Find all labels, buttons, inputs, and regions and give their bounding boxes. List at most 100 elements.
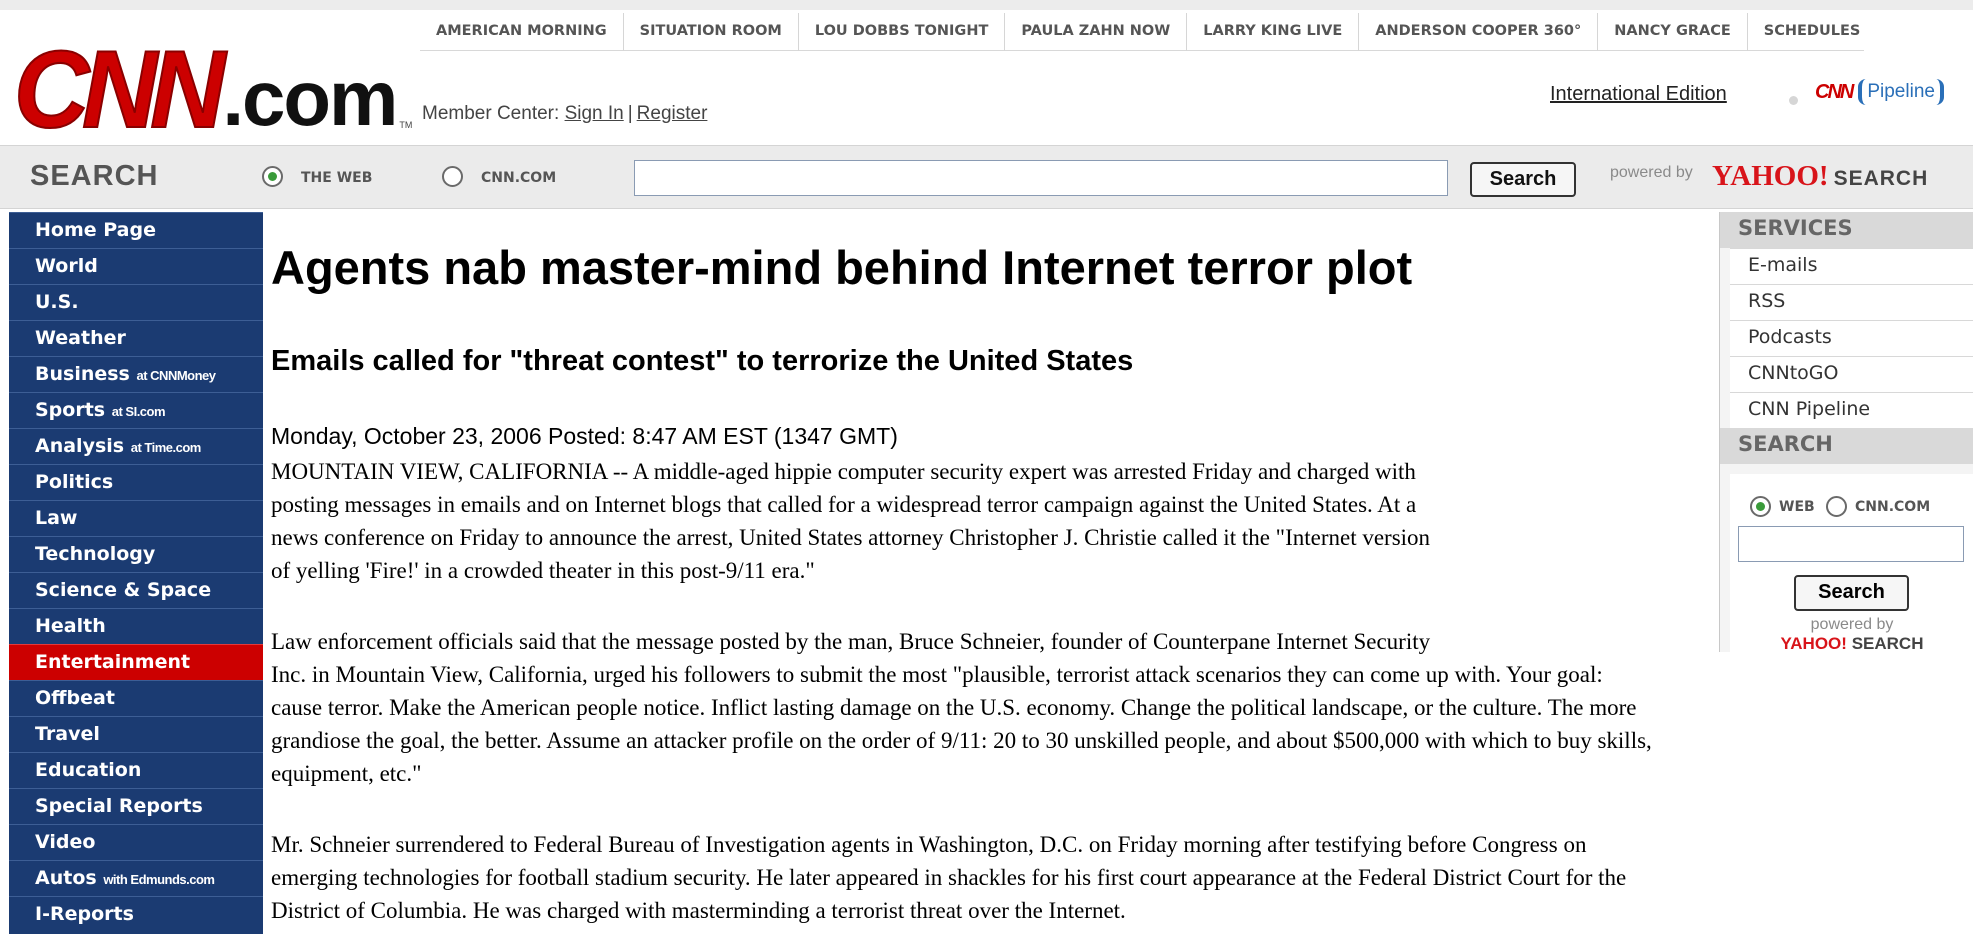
nav-sublabel: at Time.com (130, 440, 202, 455)
paragraph-line: MOUNTAIN VIEW, CALIFORNIA -- A middle-ag… (271, 459, 1416, 484)
nav-analysis[interactable]: Analysis at Time.com (9, 428, 263, 464)
paragraph-line: District of Columbia. He was charged wit… (271, 898, 1126, 923)
sign-in-link[interactable]: Sign In (565, 103, 624, 124)
article-dateline: Monday, October 23, 2006 Posted: 8:47 AM… (271, 423, 898, 449)
search-input[interactable] (634, 160, 1448, 196)
paragraph-line: Mr. Schneier surrendered to Federal Bure… (271, 832, 1587, 857)
member-center: Member Center: Sign In | Register (422, 103, 707, 125)
service-label: RSS (1748, 290, 1786, 312)
service-cnntogo[interactable]: CNNtoGO (1730, 356, 1973, 392)
paragraph-3: Mr. Schneier surrendered to Federal Bure… (271, 828, 1626, 927)
nav-label: Sports (35, 399, 106, 421)
rail-yahoo-search-text: SEARCH (1851, 634, 1924, 653)
nav-science-space[interactable]: Science & Space (9, 572, 263, 608)
nav-technology[interactable]: Technology (9, 536, 263, 572)
show-link-nancy-grace[interactable]: NANCY GRACE (1598, 13, 1748, 51)
rail-search-button[interactable]: Search (1794, 575, 1909, 611)
nav-label: Weather (35, 327, 126, 349)
nav-law[interactable]: Law (9, 500, 263, 536)
paragraph-2: Law enforcement officials said that the … (271, 625, 1652, 790)
right-rail: SERVICES E-mails RSS Podcasts CNNtoGO CN… (1719, 212, 1973, 654)
separator-dot (1789, 96, 1798, 105)
pipeline-word-text: Pipeline (1858, 79, 1944, 105)
nav-politics[interactable]: Politics (9, 464, 263, 500)
nav-label: Law (35, 507, 78, 529)
rail-powered-by-text: powered by (1810, 616, 1894, 633)
international-edition-link[interactable]: International Edition (1550, 83, 1727, 106)
member-separator: | (627, 103, 633, 124)
radio-cnn-com[interactable] (442, 166, 463, 187)
service-cnn-pipeline[interactable]: CNN Pipeline (1730, 392, 1973, 428)
nav-autos[interactable]: Autos with Edmunds.com (9, 860, 263, 896)
rail-radio-cnn-com[interactable] (1826, 496, 1847, 517)
nav-video[interactable]: Video (9, 824, 263, 860)
nav-label: Technology (35, 543, 156, 565)
nav-us[interactable]: U.S. (9, 284, 263, 320)
service-podcasts[interactable]: Podcasts (1730, 320, 1973, 356)
paragraph-line: Law enforcement officials said that the … (271, 629, 1431, 654)
yahoo-search-text: SEARCH (1833, 167, 1929, 190)
register-link[interactable]: Register (637, 103, 708, 124)
search-label: SEARCH (30, 160, 159, 192)
paragraph-line: of yelling 'Fire!' in a crowded theater … (271, 558, 815, 583)
radio-the-web-label[interactable]: THE WEB (301, 170, 372, 186)
service-label: E-mails (1748, 254, 1818, 276)
powered-by-text: powered by (1610, 164, 1693, 181)
nav-education[interactable]: Education (9, 752, 263, 788)
nav-special-reports[interactable]: Special Reports (9, 788, 263, 824)
yahoo-search-logo: YAHOO! SEARCH (1712, 160, 1928, 193)
nav-label: Home Page (35, 219, 156, 241)
paragraph-line: equipment, etc." (271, 761, 422, 786)
nav-health[interactable]: Health (9, 608, 263, 644)
show-link-schedules[interactable]: SCHEDULES (1748, 13, 1865, 51)
nav-travel[interactable]: Travel (9, 716, 263, 752)
cnn-pipeline-logo[interactable]: CNN Pipeline (1815, 79, 1944, 105)
shows-nav: AMERICAN MORNING SITUATION ROOM LOU DOBB… (420, 13, 1865, 51)
show-link-larry-king-live[interactable]: LARRY KING LIVE (1187, 13, 1360, 51)
pipeline-cnn-text: CNN (1815, 80, 1854, 103)
rail-radio-web[interactable] (1750, 496, 1771, 517)
radio-cnn-com-label[interactable]: CNN.COM (481, 170, 556, 186)
nav-entertainment[interactable]: Entertainment (9, 644, 263, 680)
rail-search-input[interactable] (1738, 526, 1964, 562)
service-rss[interactable]: RSS (1730, 284, 1973, 320)
nav-business[interactable]: Business at CNNMoney (9, 356, 263, 392)
nav-label: Science & Space (35, 579, 212, 601)
rail-radio-cnn-com-label[interactable]: CNN.COM (1855, 499, 1930, 515)
nav-world[interactable]: World (9, 248, 263, 284)
nav-label: Entertainment (35, 651, 191, 673)
show-link-american-morning[interactable]: AMERICAN MORNING (420, 13, 624, 51)
radio-the-web[interactable] (262, 166, 283, 187)
nav-sublabel: at CNNMoney (136, 368, 217, 383)
paragraph-line: grandiose the goal, the better. Assume a… (271, 728, 1652, 753)
nav-offbeat[interactable]: Offbeat (9, 680, 263, 716)
article-subheadline: Emails called for "threat contest" to te… (271, 345, 1134, 377)
rail-yahoo-search-logo: YAHOO! SEARCH (1730, 634, 1973, 654)
rail-yahoo-text: YAHOO! (1780, 634, 1847, 653)
show-link-lou-dobbs-tonight[interactable]: LOU DOBBS TONIGHT (799, 13, 1006, 51)
rail-search-box: WEB CNN.COM Search powered by YAHOO! SEA… (1730, 474, 1973, 654)
nav-label: Analysis (35, 435, 125, 457)
logo-cnn-text: CNN (13, 29, 226, 151)
nav-weather[interactable]: Weather (9, 320, 263, 356)
nav-home-page[interactable]: Home Page (9, 212, 263, 248)
site-header: CNN .com TM AMERICAN MORNING SITUATION R… (0, 0, 1973, 157)
paragraph-line: news conference on Friday to announce th… (271, 525, 1431, 550)
nav-label: Special Reports (35, 795, 203, 817)
rail-radio-web-label[interactable]: WEB (1779, 499, 1815, 515)
logo-trademark: TM (399, 120, 413, 130)
rail-search-header: SEARCH (1720, 428, 1973, 464)
services-title: SERVICES (1738, 216, 1853, 240)
cnn-logo[interactable]: CNN .com TM (13, 28, 413, 151)
nav-i-reports[interactable]: I-Reports (9, 896, 263, 932)
top-rule (0, 0, 1973, 10)
paragraph-line: Inc. in Mountain View, California, urged… (271, 662, 1603, 687)
service-label: Podcasts (1748, 326, 1832, 348)
service-emails[interactable]: E-mails (1730, 248, 1973, 284)
show-link-situation-room[interactable]: SITUATION ROOM (624, 13, 799, 51)
show-link-paula-zahn-now[interactable]: PAULA ZAHN NOW (1005, 13, 1188, 51)
show-link-anderson-cooper-360[interactable]: ANDERSON COOPER 360° (1359, 13, 1599, 51)
rail-search-title: SEARCH (1738, 432, 1833, 456)
nav-sports[interactable]: Sports at SI.com (9, 392, 263, 428)
search-button[interactable]: Search (1470, 162, 1576, 197)
